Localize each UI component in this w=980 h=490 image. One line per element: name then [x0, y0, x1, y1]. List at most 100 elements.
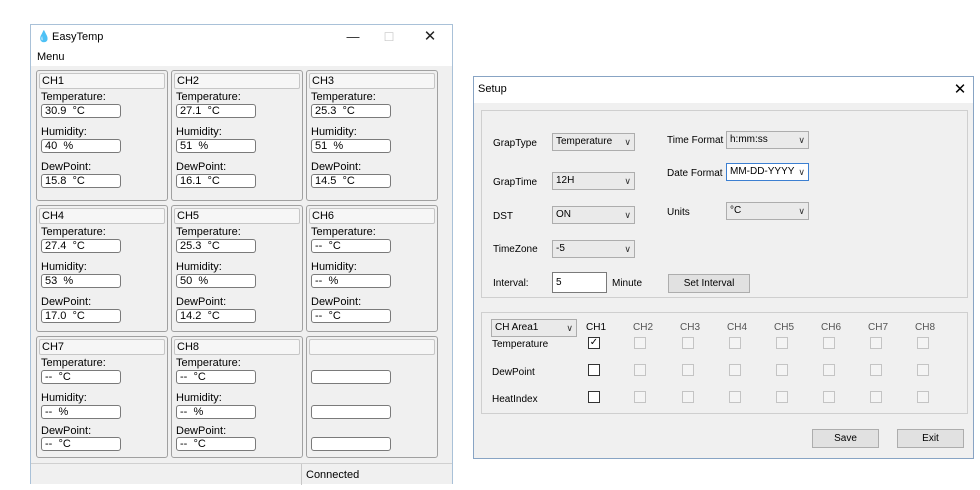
temperature-label: Temperature: [41, 91, 106, 103]
humidity-value: 50 % [176, 274, 256, 288]
status-divider [301, 464, 302, 485]
save-button[interactable]: Save [812, 429, 879, 448]
checkbox-dewpoint-ch7[interactable] [870, 364, 882, 376]
checkbox-heatindex-ch5[interactable] [776, 391, 788, 403]
checkbox-heatindex-ch7[interactable] [870, 391, 882, 403]
dst-select[interactable]: ON ∨ [552, 206, 635, 224]
dewpoint-value: -- °C [311, 309, 391, 323]
units-select[interactable]: °C ∨ [726, 202, 809, 220]
setup-title-bar: Setup ✕ [474, 77, 973, 103]
checkbox-heatindex-ch2[interactable] [634, 391, 646, 403]
dewpoint-value: 15.8 °C [41, 174, 121, 188]
temperature-label: Temperature: [311, 226, 376, 238]
checkbox-temperature-ch5[interactable] [776, 337, 788, 349]
connection-status: Connected [306, 469, 360, 481]
checkbox-temperature-ch1[interactable]: ✓ [588, 337, 600, 349]
temperature-value: 25.3 °C [311, 104, 391, 118]
checkbox-dewpoint-ch5[interactable] [776, 364, 788, 376]
channel-card: CH3 Temperature: 25.3 °C Humidity: 51 % DewPo… [306, 70, 438, 201]
area-value: CH Area1 [495, 322, 539, 333]
channel-card: CH6 Temperature: -- °C Humidity: -- % DewPoin… [306, 205, 438, 332]
dewpoint-label: DewPoint: [176, 296, 227, 308]
chevron-down-icon: ∨ [798, 167, 805, 177]
dewpoint-value: 16.1 °C [176, 174, 256, 188]
close-icon[interactable]: ✕ [412, 25, 448, 49]
interval-unit: Minute [612, 278, 643, 289]
temperature-value: 30.9 °C [41, 104, 121, 118]
chevron-down-icon: ∨ [798, 135, 805, 145]
menu-item-menu[interactable]: Menu [37, 51, 65, 64]
checkbox-dewpoint-ch1[interactable] [588, 364, 600, 376]
checkbox-dewpoint-ch3[interactable] [682, 364, 694, 376]
humidity-label: Humidity: [176, 261, 222, 273]
set-interval-button[interactable]: Set Interval [668, 274, 750, 293]
checkbox-temperature-ch6[interactable] [823, 337, 835, 349]
checkbox-heatindex-ch4[interactable] [729, 391, 741, 403]
checkbox-temperature-ch7[interactable] [870, 337, 882, 349]
temperature-label: Temperature: [176, 91, 241, 103]
column-header-ch8: CH8 [915, 322, 936, 333]
close-icon[interactable]: ✕ [950, 80, 970, 100]
channel-name: CH2 [174, 73, 300, 89]
checkbox-heatindex-ch1[interactable] [588, 391, 600, 403]
date-format-value: MM-DD-YYYY [730, 166, 795, 177]
column-header-ch5: CH5 [774, 322, 795, 333]
graptime-select[interactable]: 12H ∨ [552, 172, 635, 190]
column-header-ch7: CH7 [868, 322, 889, 333]
checkbox-dewpoint-ch2[interactable] [634, 364, 646, 376]
date-format-select[interactable]: MM-DD-YYYY ∨ [726, 163, 809, 181]
checkbox-dewpoint-ch4[interactable] [729, 364, 741, 376]
channel-card: CH5 Temperature: 25.3 °C Humidity: 50 % DewPo… [171, 205, 303, 332]
chevron-down-icon: ∨ [624, 210, 631, 220]
column-header-ch2: CH2 [633, 322, 654, 333]
humidity-label: Humidity: [176, 126, 222, 138]
humidity-value: -- % [41, 405, 121, 419]
dewpoint-value: -- °C [41, 437, 121, 451]
graptype-select[interactable]: Temperature ∨ [552, 133, 635, 151]
time-format-select[interactable]: h:mm:ss ∨ [726, 131, 809, 149]
checkbox-dewpoint-ch6[interactable] [823, 364, 835, 376]
graptime-label: GrapTime [493, 177, 538, 188]
checkbox-dewpoint-ch8[interactable] [917, 364, 929, 376]
easytemp-window: 💧 EasyTemp — ☐ ✕ Menu CH1 Temperature: 30.… [30, 24, 453, 485]
dewpoint-value: -- °C [176, 437, 256, 451]
checkbox-temperature-ch3[interactable] [682, 337, 694, 349]
checkbox-temperature-ch4[interactable] [729, 337, 741, 349]
dewpoint-label: DewPoint: [311, 296, 362, 308]
humidity-label: Humidity: [311, 261, 357, 273]
units-value: °C [730, 205, 742, 216]
interval-label: Interval: [493, 278, 529, 289]
chevron-down-icon: ∨ [566, 323, 573, 333]
row-label-dewpoint: DewPoint [492, 367, 535, 378]
graptype-value: Temperature [556, 136, 613, 147]
timezone-value: -5 [556, 243, 565, 254]
checkbox-heatindex-ch6[interactable] [823, 391, 835, 403]
channel-name: CH7 [39, 339, 165, 355]
checkbox-heatindex-ch8[interactable] [917, 391, 929, 403]
channel-card: CH8 Temperature: -- °C Humidity: -- % DewPoin… [171, 336, 303, 458]
column-header-ch4: CH4 [727, 322, 748, 333]
channel-name: CH6 [309, 208, 435, 224]
column-header-ch1: CH1 [586, 322, 607, 333]
exit-button[interactable]: Exit [897, 429, 964, 448]
channel-card: CH2 Temperature: 27.1 °C Humidity: 51 % DewPo… [171, 70, 303, 201]
empty-value-box [311, 370, 391, 384]
checkbox-heatindex-ch3[interactable] [682, 391, 694, 403]
chevron-down-icon: ∨ [624, 176, 631, 186]
setup-dialog: Setup ✕ GrapType Temperature ∨ GrapTime … [473, 76, 974, 459]
area-select[interactable]: CH Area1 ∨ [491, 319, 577, 337]
temperature-value: 27.1 °C [176, 104, 256, 118]
channel-card: CH4 Temperature: 27.4 °C Humidity: 53 % DewPo… [36, 205, 168, 332]
minimize-icon[interactable]: — [335, 25, 371, 49]
maximize-icon[interactable]: ☐ [371, 25, 407, 49]
channel-name: CH4 [39, 208, 165, 224]
dst-value: ON [556, 209, 571, 220]
graptime-value: 12H [556, 175, 575, 186]
timezone-select[interactable]: -5 ∨ [552, 240, 635, 258]
checkbox-temperature-ch2[interactable] [634, 337, 646, 349]
checkbox-temperature-ch8[interactable] [917, 337, 929, 349]
temperature-value: -- °C [176, 370, 256, 384]
interval-input[interactable]: 5 [552, 272, 607, 293]
empty-value-box [311, 437, 391, 451]
temperature-label: Temperature: [41, 226, 106, 238]
